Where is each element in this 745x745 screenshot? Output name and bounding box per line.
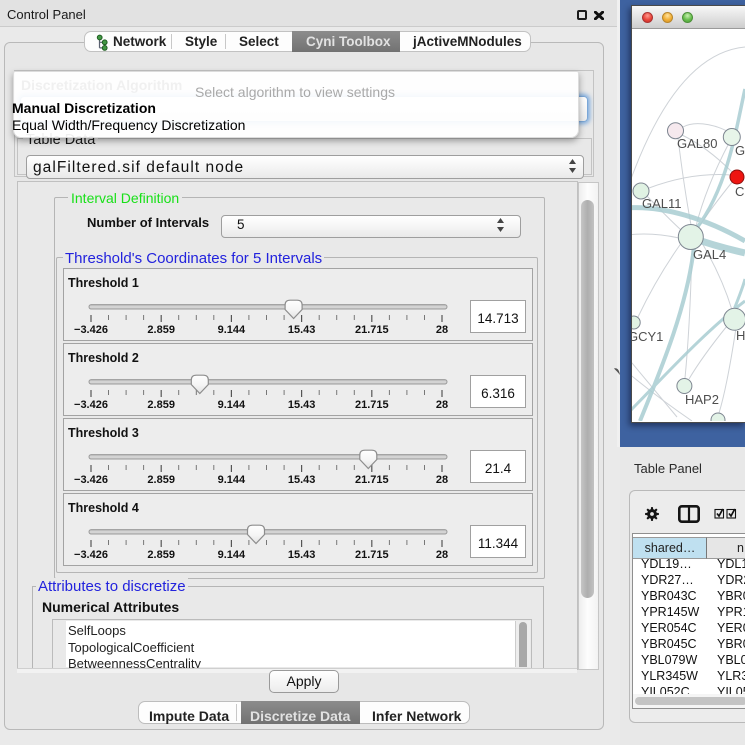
svg-text:HAP2: HAP2 bbox=[685, 392, 719, 407]
svg-text:GAL11: GAL11 bbox=[642, 196, 682, 211]
svg-text:2.859: 2.859 bbox=[147, 399, 175, 411]
svg-text:28: 28 bbox=[436, 549, 448, 561]
svg-text:GCY1: GCY1 bbox=[632, 329, 663, 344]
svg-text:15.43: 15.43 bbox=[288, 324, 316, 336]
svg-text:−3.426: −3.426 bbox=[74, 474, 108, 486]
svg-text:15.43: 15.43 bbox=[288, 474, 316, 486]
svg-text:21.715: 21.715 bbox=[355, 474, 389, 486]
svg-text:G..: G.. bbox=[735, 143, 745, 158]
svg-text:15.43: 15.43 bbox=[288, 549, 316, 561]
svg-text:−3.426: −3.426 bbox=[74, 324, 108, 336]
svg-text:9.144: 9.144 bbox=[218, 324, 246, 336]
svg-text:21.715: 21.715 bbox=[355, 324, 389, 336]
svg-text:28: 28 bbox=[436, 474, 448, 486]
svg-text:9.144: 9.144 bbox=[218, 549, 246, 561]
svg-text:2.859: 2.859 bbox=[147, 474, 175, 486]
svg-text:GAL80: GAL80 bbox=[677, 136, 717, 151]
svg-text:28: 28 bbox=[436, 324, 448, 336]
svg-text:15.43: 15.43 bbox=[288, 399, 316, 411]
svg-text:9.144: 9.144 bbox=[218, 399, 246, 411]
svg-text:GAL4: GAL4 bbox=[693, 247, 726, 262]
svg-text:−3.426: −3.426 bbox=[74, 549, 108, 561]
svg-text:2.859: 2.859 bbox=[147, 324, 175, 336]
svg-text:21.715: 21.715 bbox=[355, 399, 389, 411]
svg-text:28: 28 bbox=[436, 399, 448, 411]
svg-text:9.144: 9.144 bbox=[218, 474, 246, 486]
svg-text:−3.426: −3.426 bbox=[74, 399, 108, 411]
svg-text:21.715: 21.715 bbox=[355, 549, 389, 561]
svg-text:H: H bbox=[736, 328, 745, 343]
svg-text:C..: C.. bbox=[735, 184, 745, 199]
svg-text:2.859: 2.859 bbox=[147, 549, 175, 561]
